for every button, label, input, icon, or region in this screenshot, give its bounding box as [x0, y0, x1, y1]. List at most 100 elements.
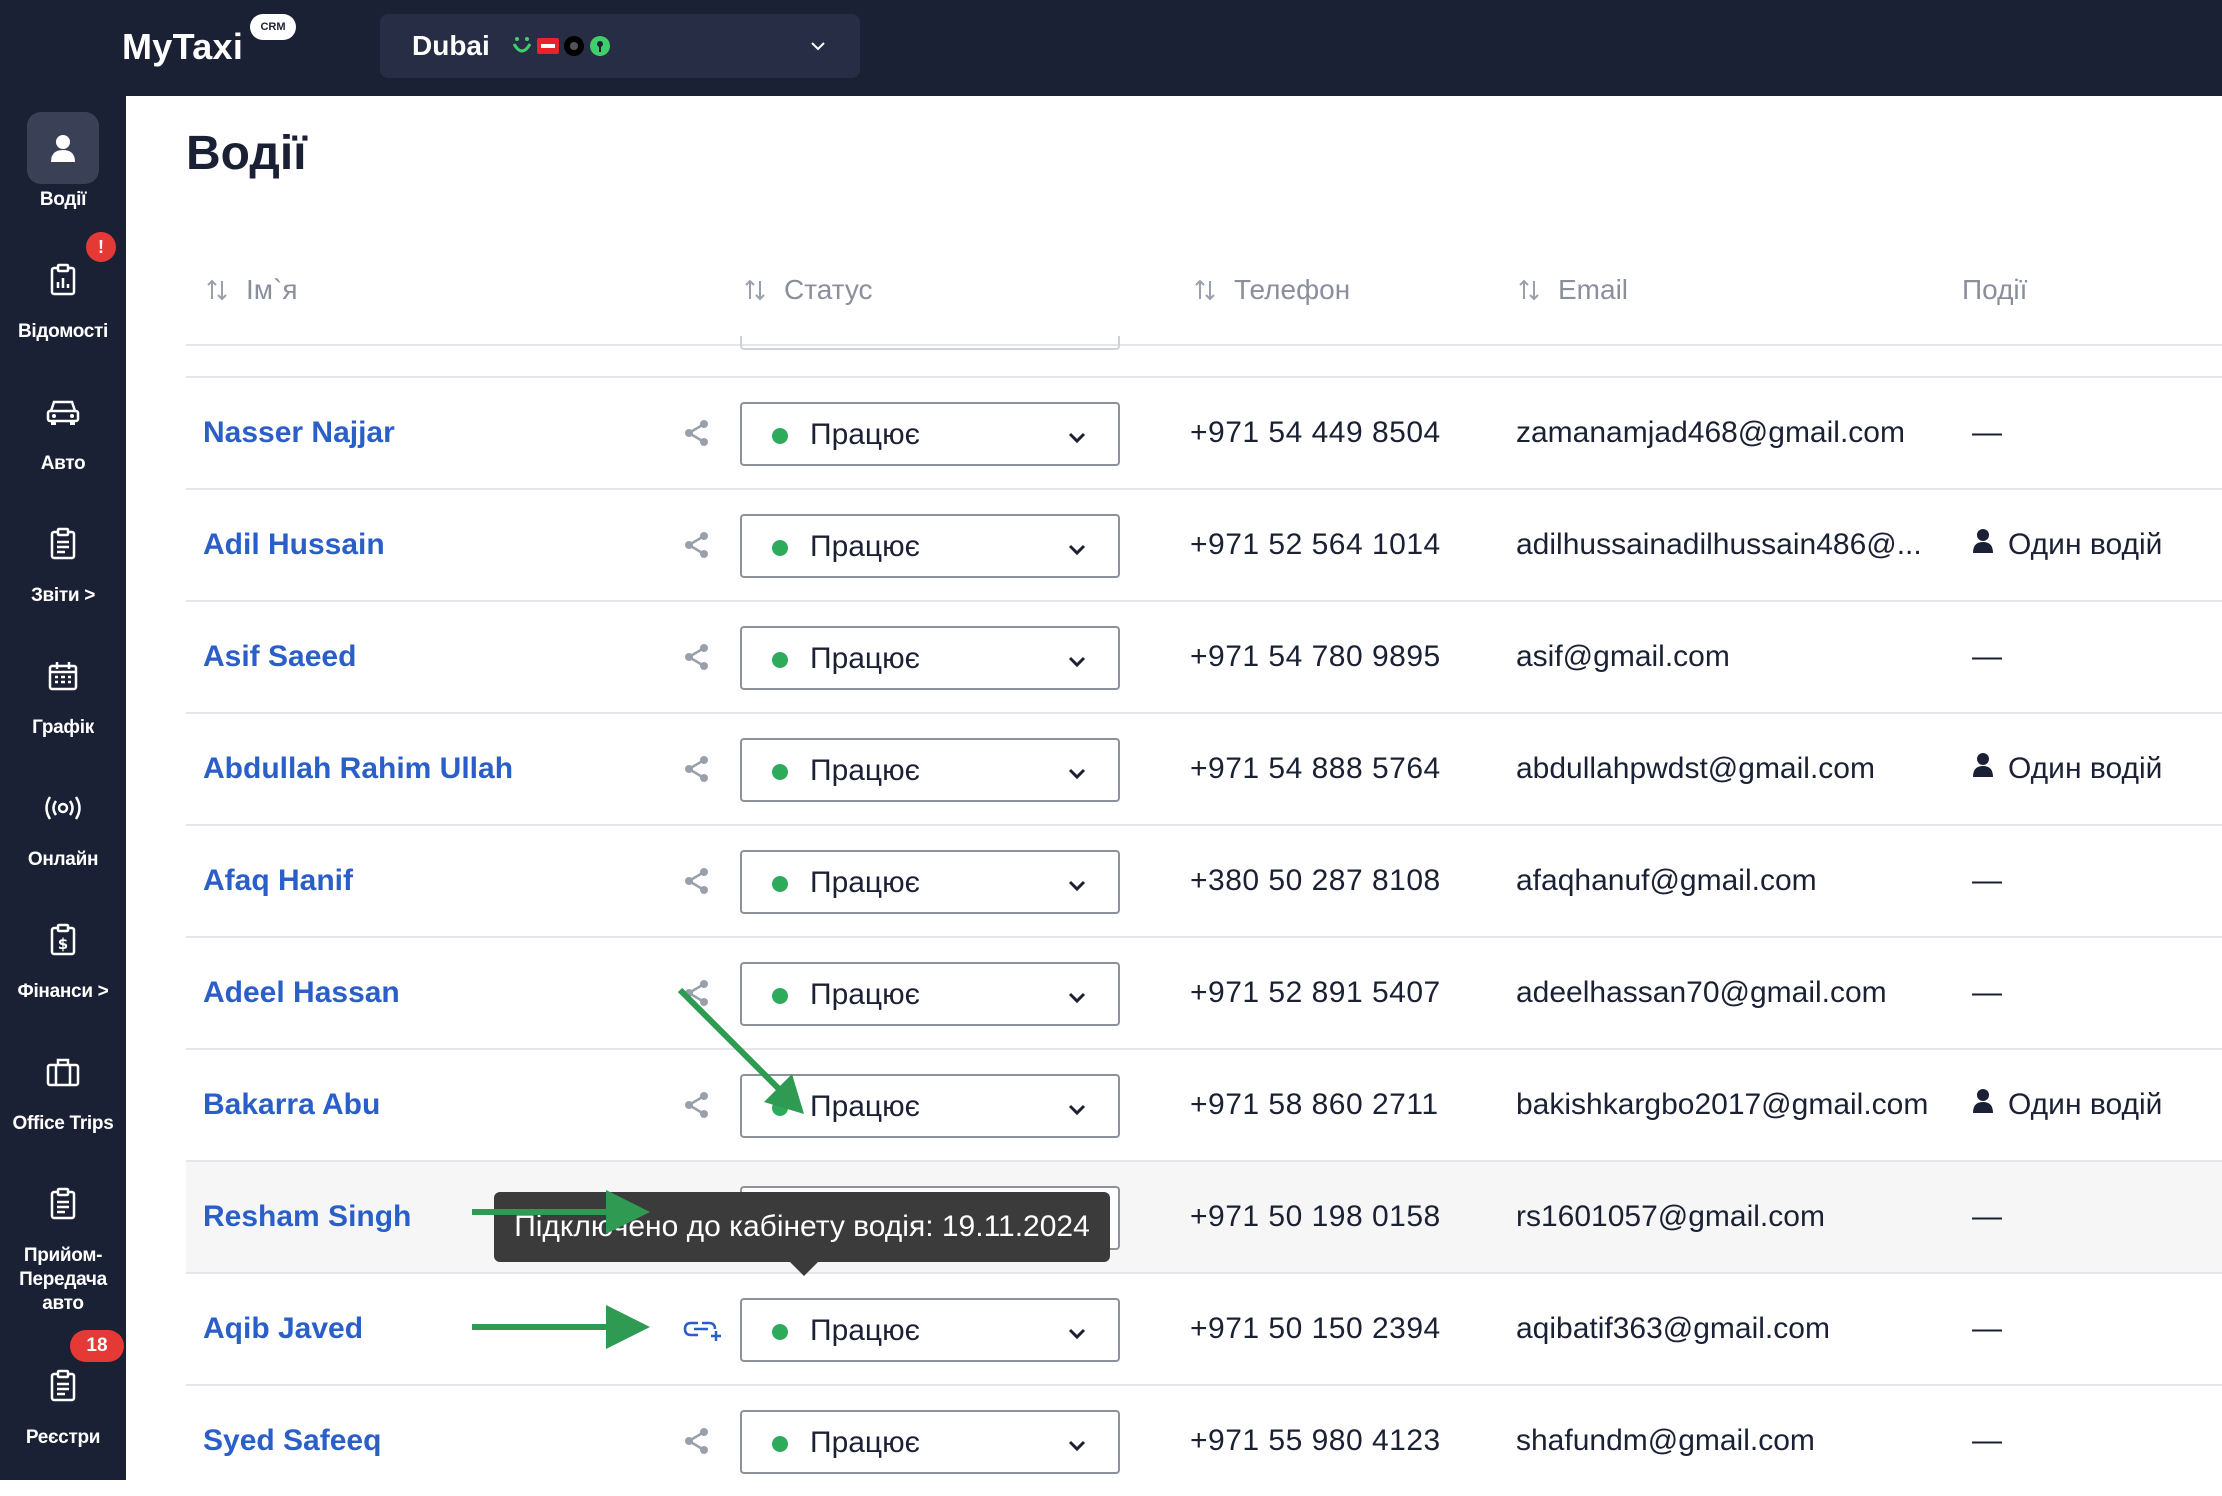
email-cell: aqibatif363@gmail.com: [1516, 1312, 1830, 1345]
column-header-label: Ім`я: [246, 274, 298, 305]
event-label: —: [1972, 640, 2002, 673]
status-dot: [772, 1100, 788, 1116]
column-header-email[interactable]: Email: [1518, 274, 1628, 306]
share-icon[interactable]: [682, 1050, 712, 1160]
email-cell: abdullahpwdst@gmail.com: [1516, 752, 1875, 785]
status-select[interactable]: Працює: [740, 626, 1120, 690]
event-cell: Один водій: [1972, 714, 2162, 824]
status-dot: [772, 540, 788, 556]
column-header-status[interactable]: Статус: [744, 274, 873, 306]
status-value: Працює: [810, 642, 920, 675]
table-row[interactable]: Adil Hussain Працює +971 52 564 1014 adilhu…: [186, 488, 2222, 600]
table-row[interactable]: Aqib Javed Працює +971 50 150 2394 aqibatif…: [186, 1272, 2222, 1384]
column-header-phone[interactable]: Телефон: [1194, 274, 1350, 306]
driver-name-link[interactable]: Resham Singh: [203, 1162, 411, 1272]
table-row[interactable]: Nasser Najjar Працює +971 54 449 8504 zaman…: [186, 376, 2222, 488]
column-header-events: Події: [1962, 274, 2027, 306]
sidebar-label-line: Прийом-: [23, 1245, 103, 1266]
column-header-label: Події: [1962, 274, 2028, 305]
driver-name-link[interactable]: Adil Hussain: [203, 490, 385, 600]
status-select[interactable]: Працює: [740, 514, 1120, 578]
table-row[interactable]: Asif Saeed Працює +971 54 780 9895 asif@gma…: [186, 600, 2222, 712]
sidebar-item-registries[interactable]: Реєстри: [0, 1350, 126, 1450]
sidebar-item-label: Відомості: [17, 321, 109, 342]
column-header-label: Email: [1558, 274, 1629, 305]
status-select[interactable]: Працює: [740, 1410, 1120, 1474]
status-dot: [772, 764, 788, 780]
status-select[interactable]: Працює: [740, 1074, 1120, 1138]
status-select[interactable]: Працює: [740, 962, 1120, 1026]
share-icon[interactable]: [682, 602, 712, 712]
table-row[interactable]: Resham SinghПрацює+971 50 198 0158rs1601…: [186, 1160, 2222, 1272]
table-row[interactable]: Bakarra Abu Працює +971 58 860 2711 bakishk…: [186, 1048, 2222, 1160]
sidebar-item-label: Водії: [39, 189, 87, 210]
status-value: Працює: [810, 978, 920, 1011]
person-icon: [1972, 752, 1994, 786]
phone-cell: +971 58 860 2711: [1190, 1088, 1439, 1121]
driver-name-link[interactable]: Asif Saeed: [203, 602, 356, 712]
broadcast-icon: [27, 772, 99, 844]
email-cell: bakishkargbo2017@gmail.com: [1516, 1088, 1929, 1121]
event-cell: —: [1972, 602, 2002, 712]
table-row[interactable]: Afaq Hanif Працює +380 50 287 8108 afaqhanu…: [186, 824, 2222, 936]
table-row[interactable]: Abdullah Rahim Ullah Працює +971 54 888 57…: [186, 712, 2222, 824]
event-label: Один водій: [2008, 528, 2163, 561]
status-value: Працює: [810, 1090, 920, 1123]
share-icon[interactable]: [682, 490, 712, 600]
careem-icon: [512, 37, 532, 53]
sidebar-item-office-trips[interactable]: Office Trips: [0, 1036, 126, 1136]
chevron-down-icon[interactable]: [808, 36, 828, 56]
app-logo[interactable]: MyTaxi: [122, 26, 243, 68]
driver-name-link[interactable]: Aqib Javed: [203, 1274, 363, 1384]
sidebar-item-label: Авто: [40, 453, 86, 474]
status-value: Працює: [810, 1426, 920, 1459]
email-cell: adeelhassan70@gmail.com: [1516, 976, 1887, 1009]
status-dot: [772, 1324, 788, 1340]
table-row[interactable]: Adeel Hassan Працює +971 52 891 5407 adeelh…: [186, 936, 2222, 1048]
sidebar-item-finance[interactable]: $ Фінанси >: [0, 904, 126, 1004]
email-cell: adilhussainadilhussain486@...: [1516, 528, 1922, 561]
chevron-down-icon: [1066, 762, 1088, 789]
sort-icon: [1519, 279, 1539, 301]
share-icon[interactable]: [682, 378, 712, 488]
status-dot: [772, 876, 788, 892]
handover-icon: [27, 1168, 99, 1240]
driver-name-link[interactable]: Afaq Hanif: [203, 826, 353, 936]
status-select[interactable]: Працює: [740, 1298, 1120, 1362]
phone-cell: +971 52 891 5407: [1190, 976, 1441, 1009]
share-icon[interactable]: [682, 938, 712, 1048]
driver-name-link[interactable]: Bakarra Abu: [203, 1050, 380, 1160]
sidebar-item-drivers[interactable]: Водії: [0, 112, 126, 212]
email-cell: afaqhanuf@gmail.com: [1516, 864, 1817, 897]
city-selector[interactable]: Dubai: [380, 14, 860, 78]
status-select[interactable]: Працює: [740, 850, 1120, 914]
registry-count-badge: 18: [70, 1330, 124, 1362]
event-cell: —: [1972, 938, 2002, 1048]
chevron-down-icon: [1066, 426, 1088, 453]
sidebar-item-schedule[interactable]: Графік: [0, 640, 126, 740]
column-header-name[interactable]: Ім`я: [206, 274, 298, 306]
event-label: —: [1972, 1424, 2002, 1457]
sort-icon: [1195, 279, 1215, 301]
share-icon[interactable]: [682, 826, 712, 936]
sidebar-item-handover[interactable]: Прийом- Передача авто: [0, 1168, 126, 1316]
share-icon[interactable]: [682, 714, 712, 824]
event-label: —: [1972, 416, 2002, 449]
table-row[interactable]: Syed Safeeq Працює +971 55 980 4123 shafund…: [186, 1384, 2222, 1496]
sidebar-item-reports[interactable]: Звіти >: [0, 508, 126, 608]
driver-name-link[interactable]: Nasser Najjar: [203, 378, 395, 488]
chevron-down-icon: [1066, 986, 1088, 1013]
sidebar-item-label: Графік: [32, 717, 94, 738]
status-select[interactable]: Працює: [740, 738, 1120, 802]
email-cell: asif@gmail.com: [1516, 640, 1730, 673]
driver-name-link[interactable]: Adeel Hassan: [203, 938, 400, 1048]
sidebar-item-cars[interactable]: Авто: [0, 376, 126, 476]
driver-name-link[interactable]: Abdullah Rahim Ullah: [203, 714, 513, 824]
sidebar-item-label: Звіти >: [30, 585, 96, 606]
chevron-down-icon: [1066, 1434, 1088, 1461]
status-select[interactable]: Працює: [740, 402, 1120, 466]
event-label: Один водій: [2008, 1088, 2163, 1121]
column-header-label: Статус: [784, 274, 873, 305]
sidebar-item-online[interactable]: Онлайн: [0, 772, 126, 872]
link-add-icon[interactable]: [682, 1274, 724, 1384]
